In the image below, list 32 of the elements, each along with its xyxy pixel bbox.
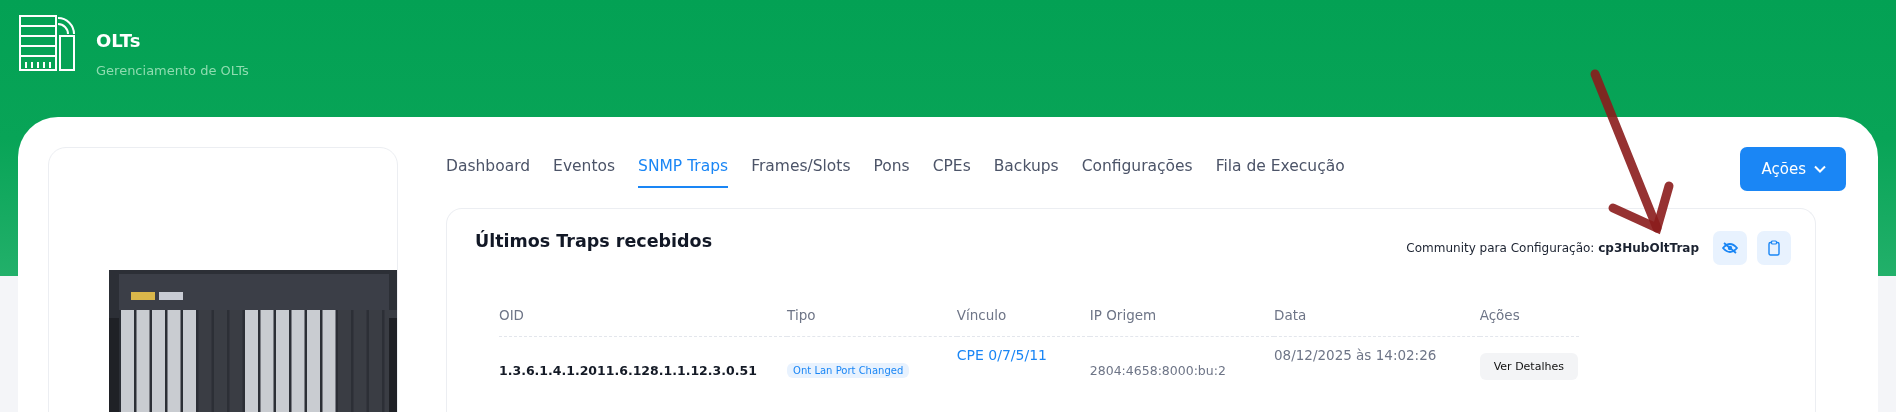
column-header: Vínculo	[956, 307, 1007, 323]
cpe-link[interactable]: CPE 0/7/5/11	[956, 347, 1047, 363]
tab[interactable]: Backups	[993, 149, 1059, 188]
chevron-down-icon	[1814, 165, 1826, 173]
ip-cell-text: 2804:4658:8000:bu:2	[1089, 362, 1226, 378]
details-button[interactable]: Ver Detalhes	[1479, 353, 1578, 380]
tab[interactable]: Fila de Execução	[1215, 149, 1345, 188]
tab[interactable]: Eventos	[553, 149, 616, 188]
page-title: OLTs	[96, 30, 141, 51]
eye-off-icon	[1722, 242, 1738, 254]
tab[interactable]: Pons	[873, 149, 910, 188]
column-header: IP Origem	[1089, 307, 1157, 323]
actions-button[interactable]: Ações	[1739, 147, 1846, 191]
copy-button[interactable]	[1757, 231, 1791, 265]
tab[interactable]: CPEs	[932, 149, 971, 188]
panel-title: Últimos Traps recebidos	[475, 231, 713, 251]
oid-cell-text: 1.3.6.1.4.1.2011.6.128.1.1.12.3.0.51	[499, 362, 757, 378]
column-header: Data	[1274, 307, 1307, 323]
tab[interactable]: SNMP Traps	[638, 149, 729, 188]
column-header: Tipo	[787, 307, 816, 323]
column-header: OID	[499, 307, 524, 323]
community-text: Community para Configuração: cp3HubOltTrap	[1406, 241, 1699, 255]
server-rack-icon	[18, 14, 78, 72]
hide-button[interactable]	[1713, 231, 1747, 265]
date-cell: 08/12/2025 às 14:02:26	[1274, 347, 1437, 363]
clipboard-icon	[1768, 240, 1780, 256]
column-header: Ações	[1479, 307, 1520, 323]
tab[interactable]: Configurações	[1081, 149, 1193, 188]
type-tag: Ont Lan Port Changed	[787, 363, 910, 378]
page-subtitle: Gerenciamento de OLTs	[96, 63, 249, 78]
tab[interactable]: Frames/Slots	[751, 149, 851, 188]
tab[interactable]: Dashboard	[446, 149, 531, 188]
